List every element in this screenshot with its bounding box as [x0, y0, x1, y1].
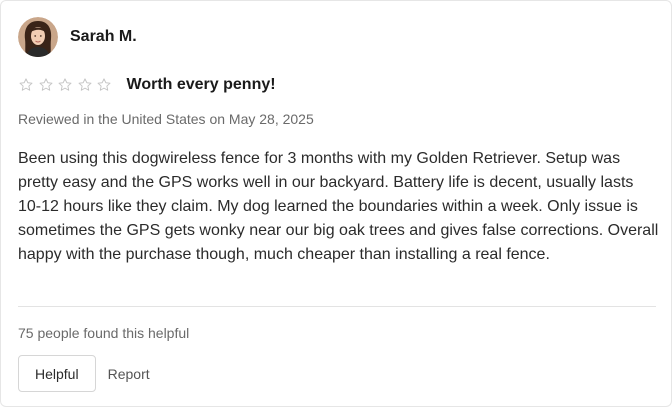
star-icon	[78, 78, 91, 91]
review-title: Worth every penny!	[126, 76, 276, 93]
star-rating	[18, 77, 116, 93]
star-icon	[97, 78, 111, 91]
review-actions: Helpful Report	[18, 355, 150, 392]
reviewer-header: Sarah M.	[18, 17, 137, 57]
avatar[interactable]	[18, 17, 58, 57]
helpful-count: 75 people found this helpful	[18, 325, 190, 341]
report-link[interactable]: Report	[108, 366, 150, 382]
review-card: Sarah M. Worth every penny! Reviewed in …	[0, 0, 672, 407]
rating-row: Worth every penny!	[18, 75, 276, 95]
star-icon	[39, 78, 52, 91]
helpful-button[interactable]: Helpful	[18, 355, 96, 392]
review-body: Been using this dogwireless fence for 3 …	[18, 150, 659, 263]
star-icon	[58, 78, 72, 91]
reviewer-name: Sarah M.	[70, 28, 137, 45]
star-icon	[19, 78, 33, 91]
divider	[18, 306, 656, 307]
review-date: Reviewed in the United States on May 28,…	[18, 111, 314, 127]
